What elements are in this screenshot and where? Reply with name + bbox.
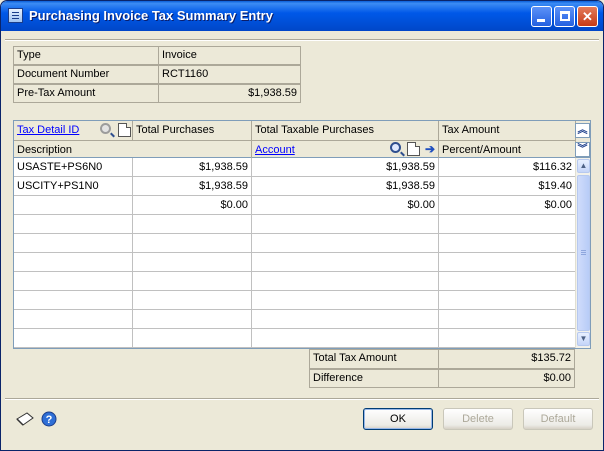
grid-header: Tax Detail ID Total Purchases Total Taxa…: [13, 120, 591, 158]
total-purchases-cell[interactable]: [133, 310, 252, 329]
type-value: Invoice: [158, 46, 301, 65]
difference-value: $0.00: [438, 369, 575, 388]
total-taxable-cell[interactable]: [252, 215, 439, 234]
table-row[interactable]: [14, 310, 576, 329]
document-number-label: Document Number: [13, 65, 159, 84]
tax-detail-id-cell[interactable]: [14, 291, 133, 310]
description-header: Description: [14, 140, 252, 158]
tax-amount-cell[interactable]: $19.40: [439, 177, 576, 196]
table-row[interactable]: [14, 215, 576, 234]
total-tax-amount-label: Total Tax Amount: [309, 349, 439, 369]
total-taxable-cell[interactable]: [252, 272, 439, 291]
tax-amount-cell[interactable]: [439, 310, 576, 329]
grid-scrollbar[interactable]: ▲ ▼: [575, 158, 590, 348]
title-bar: Purchasing Invoice Tax Summary Entry ✕: [1, 1, 603, 31]
tax-detail-id-header: Tax Detail ID: [14, 121, 133, 140]
difference-label: Difference: [309, 369, 439, 388]
total-taxable-cell[interactable]: [252, 234, 439, 253]
tax-amount-cell[interactable]: [439, 234, 576, 253]
new-document-icon[interactable]: [118, 123, 131, 137]
bottom-divider-highlight: [5, 399, 599, 400]
window-title: Purchasing Invoice Tax Summary Entry: [29, 8, 273, 23]
collapse-rows-icon[interactable]: ︽: [575, 123, 590, 138]
tax-detail-id-cell[interactable]: USCITY+PS1N0: [14, 177, 133, 196]
total-purchases-cell[interactable]: $0.00: [133, 196, 252, 215]
minimize-button[interactable]: [531, 6, 552, 27]
minimize-icon: [537, 19, 545, 22]
total-purchases-cell[interactable]: $1,938.59: [133, 158, 252, 177]
total-taxable-purchases-header: Total Taxable Purchases: [252, 121, 439, 140]
note-icon[interactable]: [15, 411, 35, 427]
maximize-button[interactable]: [554, 6, 575, 27]
total-purchases-header: Total Purchases: [133, 121, 252, 140]
window-app-icon: [8, 8, 23, 23]
tax-detail-id-cell[interactable]: [14, 310, 133, 329]
tax-amount-header: Tax Amount: [439, 121, 576, 140]
total-purchases-cell[interactable]: [133, 253, 252, 272]
tax-amount-cell[interactable]: [439, 215, 576, 234]
tax-amount-cell[interactable]: $0.00: [439, 196, 576, 215]
close-icon: ✕: [582, 9, 593, 24]
total-taxable-cell[interactable]: $1,938.59: [252, 177, 439, 196]
tax-amount-cell[interactable]: $116.32: [439, 158, 576, 177]
account-arrow-icon[interactable]: ➔: [425, 142, 438, 156]
scroll-thumb[interactable]: [577, 175, 590, 331]
type-label: Type: [13, 46, 159, 65]
tax-detail-grid[interactable]: USASTE+PS6N0 $1,938.59 $1,938.59 $116.32 USC…: [13, 158, 591, 349]
total-purchases-cell[interactable]: [133, 215, 252, 234]
document-number-value: RCT1160: [158, 65, 301, 84]
table-row[interactable]: $0.00 $0.00 $0.00: [14, 196, 576, 215]
total-purchases-cell[interactable]: [133, 234, 252, 253]
scroll-up-icon[interactable]: ▲: [577, 159, 590, 173]
close-button[interactable]: ✕: [577, 6, 598, 27]
tax-amount-cell[interactable]: [439, 291, 576, 310]
table-row[interactable]: [14, 234, 576, 253]
account-lookup-icon[interactable]: [390, 142, 401, 153]
purchasing-invoice-tax-summary-window: Purchasing Invoice Tax Summary Entry ✕ T…: [0, 0, 604, 451]
tax-detail-id-link[interactable]: Tax Detail ID: [17, 124, 79, 136]
account-new-document-icon[interactable]: [407, 142, 420, 156]
tax-amount-cell[interactable]: [439, 272, 576, 291]
tax-detail-id-cell[interactable]: [14, 272, 133, 291]
account-link[interactable]: Account: [255, 144, 295, 156]
ok-button[interactable]: OK: [363, 408, 433, 430]
total-tax-amount-value: $135.72: [438, 349, 575, 369]
tax-detail-id-cell[interactable]: USASTE+PS6N0: [14, 158, 133, 177]
delete-button[interactable]: Delete: [443, 408, 513, 430]
svg-text:?: ?: [46, 414, 53, 426]
help-icon[interactable]: ?: [41, 411, 57, 427]
total-purchases-cell[interactable]: $1,938.59: [133, 177, 252, 196]
maximize-icon: [560, 11, 570, 21]
pre-tax-amount-label: Pre-Tax Amount: [13, 84, 159, 103]
lookup-icon[interactable]: [100, 123, 111, 134]
total-purchases-cell[interactable]: [133, 329, 252, 348]
table-row[interactable]: USCITY+PS1N0 $1,938.59 $1,938.59 $19.40: [14, 177, 576, 196]
top-divider-highlight: [5, 40, 599, 41]
total-taxable-cell[interactable]: [252, 329, 439, 348]
total-purchases-cell[interactable]: [133, 291, 252, 310]
tax-detail-id-cell[interactable]: [14, 329, 133, 348]
total-purchases-cell[interactable]: [133, 272, 252, 291]
tax-detail-id-cell[interactable]: [14, 253, 133, 272]
pre-tax-amount-value: $1,938.59: [158, 84, 301, 103]
table-row[interactable]: [14, 329, 576, 348]
total-taxable-cell[interactable]: [252, 253, 439, 272]
scroll-down-icon[interactable]: ▼: [577, 332, 590, 346]
total-taxable-cell[interactable]: [252, 310, 439, 329]
total-taxable-cell[interactable]: $1,938.59: [252, 158, 439, 177]
table-row[interactable]: [14, 291, 576, 310]
tax-detail-id-cell[interactable]: [14, 215, 133, 234]
table-row[interactable]: [14, 253, 576, 272]
total-taxable-cell[interactable]: [252, 291, 439, 310]
tax-amount-cell[interactable]: [439, 253, 576, 272]
percent-amount-header: Percent/Amount: [439, 140, 576, 158]
tax-detail-id-cell[interactable]: [14, 196, 133, 215]
table-row[interactable]: USASTE+PS6N0 $1,938.59 $1,938.59 $116.32: [14, 158, 576, 177]
default-button[interactable]: Default: [523, 408, 593, 430]
total-taxable-cell[interactable]: $0.00: [252, 196, 439, 215]
tax-amount-cell[interactable]: [439, 329, 576, 348]
expand-rows-icon[interactable]: ︾: [575, 142, 590, 157]
tax-detail-id-cell[interactable]: [14, 234, 133, 253]
table-row[interactable]: [14, 272, 576, 291]
